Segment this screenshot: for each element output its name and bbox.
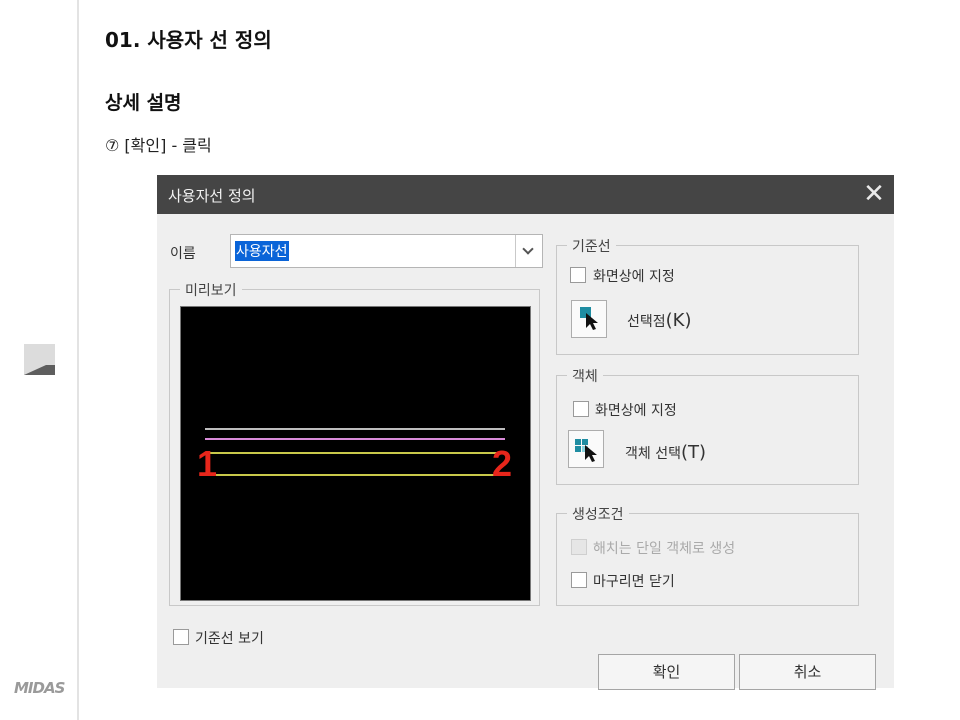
object-group: 객체 화면상에 지정 객체 선택(T) [556, 366, 859, 485]
close-icon[interactable]: ✕ [862, 179, 886, 209]
create-condition-legend: 생성조건 [567, 504, 629, 524]
show-baseline-label: 기준선 보기 [195, 631, 264, 647]
select-point-icon [580, 307, 598, 330]
select-point-caption: 선택점(K) [627, 310, 692, 331]
preview-line-4 [205, 474, 505, 476]
page-title: 01. 사용자 선 정의 [105, 28, 272, 52]
object-screen-label: 화면상에 지정 [595, 403, 677, 419]
preview-canvas: 1 2 [180, 306, 531, 601]
create-condition-group: 생성조건 해치는 단일 객체로 생성 마구리면 닫기 [556, 504, 859, 606]
baseline-screen-checkbox[interactable] [570, 267, 586, 283]
baseline-screen-label: 화면상에 지정 [593, 269, 675, 285]
baseline-legend: 기준선 [567, 236, 616, 256]
select-object-caption: 객체 선택(T) [625, 442, 707, 463]
preview-line-2 [205, 438, 505, 440]
merge-single-checkbox [571, 539, 587, 555]
dialog-title: 사용자선 정의 [168, 187, 256, 205]
object-screen-checkbox[interactable] [573, 401, 589, 417]
object-legend: 객체 [567, 366, 603, 386]
page-thumbnail-icon[interactable] [24, 344, 55, 375]
name-combobox[interactable]: 사용자선 [230, 234, 543, 268]
section-title: 상세 설명 [105, 92, 182, 114]
user-line-dialog: 사용자선 정의 ✕ 이름 사용자선 미리보기 1 2 기준선 화면상에 지정 선… [157, 175, 894, 690]
dialog-titlebar[interactable]: 사용자선 정의 ✕ [157, 175, 894, 214]
cancel-button[interactable]: 취소 [739, 654, 876, 690]
close-end-label: 마구리면 닫기 [593, 574, 675, 590]
preview-legend: 미리보기 [180, 280, 242, 300]
merge-single-label: 해치는 단일 객체로 생성 [593, 541, 736, 557]
select-point-button[interactable] [571, 300, 607, 338]
ok-button[interactable]: 확인 [598, 654, 735, 690]
name-input[interactable]: 사용자선 [235, 241, 289, 261]
preview-group: 미리보기 1 2 [169, 280, 540, 606]
chevron-down-icon[interactable] [515, 235, 542, 267]
name-label: 이름 [170, 246, 196, 262]
preview-line-1 [205, 428, 505, 430]
select-object-icon [575, 439, 597, 462]
step-instruction: ⑦ [확인] - 클릭 [105, 136, 212, 155]
preview-end-label: 2 [492, 443, 513, 484]
select-object-button[interactable] [568, 430, 604, 468]
show-baseline-checkbox[interactable] [173, 629, 189, 645]
preview-start-label: 1 [197, 443, 218, 484]
baseline-group: 기준선 화면상에 지정 선택점(K) [556, 236, 859, 355]
page-divider [77, 0, 79, 720]
brand-logo: MIDAS [14, 679, 65, 697]
preview-line-3 [205, 452, 505, 454]
close-end-checkbox[interactable] [571, 572, 587, 588]
